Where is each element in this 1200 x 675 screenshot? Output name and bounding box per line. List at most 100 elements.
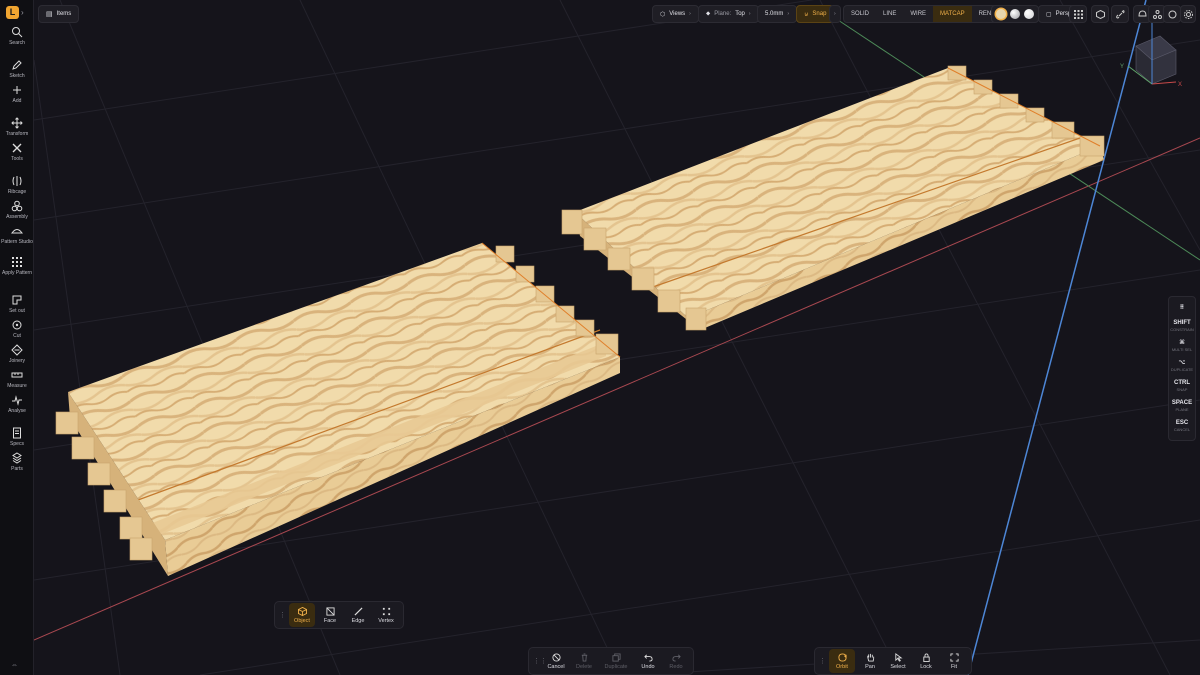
sidebar-item-label: Cut bbox=[13, 333, 21, 339]
3d-viewport[interactable]: X Y Z bbox=[34, 0, 1200, 675]
select-label: Select bbox=[890, 663, 906, 670]
shortcut-shift: SHIFT CONSTRAIN bbox=[1169, 316, 1195, 336]
snap-options-button[interactable]: › bbox=[829, 5, 841, 23]
sidebar-item-label: Joinery bbox=[8, 358, 26, 364]
logo-caret-icon[interactable]: › bbox=[21, 6, 24, 19]
left-sidebar: L › Search Sketch Add Transform Tools Ri… bbox=[0, 0, 34, 675]
specs-icon bbox=[13, 427, 21, 439]
items-label: Items bbox=[56, 11, 72, 17]
left-board[interactable] bbox=[55, 242, 621, 576]
cursor-icon bbox=[894, 652, 903, 662]
grip-icon: ⠿ bbox=[1179, 305, 1185, 311]
sidebar-item-pattern-studio[interactable]: Pattern Studio bbox=[0, 225, 34, 245]
vertex-icon bbox=[382, 607, 390, 615]
search-icon bbox=[12, 27, 23, 38]
scene-canvas[interactable]: X Y Z bbox=[34, 0, 1200, 675]
views-icon: ⬡ bbox=[660, 11, 666, 18]
gear-icon bbox=[1183, 9, 1193, 19]
lock-label: Lock bbox=[920, 663, 932, 670]
redo-label: Redo bbox=[669, 663, 683, 670]
plane-icon: ⬥ bbox=[706, 10, 711, 17]
sidebar-item-assembly[interactable]: Assembly bbox=[0, 200, 34, 220]
sidebar-item-joinery[interactable]: Joinery bbox=[0, 344, 34, 364]
grip-icon[interactable]: ⋮⋮ bbox=[533, 657, 547, 665]
grid-size-dropdown[interactable]: 5.0mm › bbox=[757, 5, 798, 23]
lock-button[interactable]: Lock bbox=[913, 649, 939, 673]
setout-icon bbox=[12, 295, 22, 305]
grid-toggle-button[interactable] bbox=[1069, 5, 1087, 23]
select-mode-face[interactable]: Face bbox=[317, 603, 343, 627]
mode-solid[interactable]: SOLID bbox=[844, 6, 876, 22]
settings-button[interactable] bbox=[1180, 5, 1196, 23]
link-button[interactable] bbox=[1111, 5, 1129, 23]
views-dropdown[interactable]: ⬡ Views › bbox=[652, 5, 699, 23]
chevron-right-icon: › bbox=[787, 11, 790, 17]
undo-button[interactable]: Undo bbox=[635, 649, 661, 673]
sidebar-item-parts[interactable]: Parts bbox=[0, 452, 34, 472]
plane-dropdown[interactable]: ⬥ Plane: Top › bbox=[698, 5, 759, 23]
select-button[interactable]: Select bbox=[885, 649, 911, 673]
sidebar-item-label: Analyse bbox=[8, 408, 26, 414]
sync-button[interactable] bbox=[1163, 5, 1181, 23]
chevron-right-icon: › bbox=[748, 11, 751, 17]
grid-size-value: 5.0mm bbox=[765, 11, 784, 17]
items-button[interactable]: ▤ Items bbox=[38, 5, 80, 23]
sidebar-item-transform[interactable]: Transform bbox=[0, 117, 34, 137]
assembly-icon bbox=[11, 200, 23, 212]
duplicate-button[interactable]: Duplicate bbox=[599, 649, 633, 673]
mode-matcap[interactable]: MATCAP bbox=[933, 6, 972, 22]
plane-value: Top bbox=[735, 11, 745, 17]
delete-button[interactable]: Delete bbox=[571, 649, 597, 673]
collapse-icon[interactable]: ⇔ bbox=[11, 662, 18, 669]
sidebar-item-ribcage[interactable]: Ribcage bbox=[0, 175, 34, 195]
face-icon bbox=[325, 606, 335, 616]
navigation-toolbar: ⋮⋮ Orbit Pan Select Lock Fit bbox=[814, 647, 972, 675]
orbit-button[interactable]: Orbit bbox=[829, 649, 855, 673]
shortcut-grip[interactable]: ⠿ bbox=[1169, 301, 1195, 316]
magnet-icon: ⊍ bbox=[804, 11, 809, 18]
sidebar-item-measure[interactable]: Measure bbox=[0, 369, 34, 389]
right-board[interactable] bbox=[561, 65, 1105, 331]
select-mode-object[interactable]: Object bbox=[289, 603, 315, 627]
select-mode-edge[interactable]: Edge bbox=[345, 603, 371, 627]
analyse-icon bbox=[12, 395, 22, 406]
sidebar-item-add[interactable]: Add bbox=[0, 84, 34, 104]
shortcut-key: SHIFT bbox=[1173, 320, 1191, 326]
matcap-swatch-white[interactable] bbox=[1024, 9, 1034, 19]
sidebar-item-apply-pattern[interactable]: Apply Pattern bbox=[0, 256, 34, 276]
chevron-right-icon: › bbox=[689, 11, 691, 17]
sidebar-item-tools[interactable]: Tools bbox=[0, 142, 34, 162]
mode-wire[interactable]: WIRE bbox=[903, 6, 933, 22]
edit-toolbar: ⋮⋮ Cancel Delete Duplicate Undo Redo bbox=[528, 647, 694, 675]
pan-button[interactable]: Pan bbox=[857, 649, 883, 673]
redo-button[interactable]: Redo bbox=[663, 649, 689, 673]
grip-icon[interactable]: ⋮⋮ bbox=[819, 657, 833, 665]
fit-button[interactable]: Fit bbox=[941, 649, 967, 673]
matcap-swatch-wood[interactable] bbox=[996, 9, 1006, 19]
fit-icon bbox=[949, 652, 959, 662]
trash-icon bbox=[581, 652, 587, 662]
shortcut-desc: DUPLICATE bbox=[1170, 367, 1194, 372]
shortcut-key: SPACE bbox=[1171, 400, 1193, 406]
shortcut-key: ESC bbox=[1175, 420, 1189, 426]
sidebar-item-set-out[interactable]: Set out bbox=[0, 294, 34, 314]
grip-icon[interactable]: ⋮⋮ bbox=[279, 611, 293, 619]
shortcut-desc: SNAP bbox=[1176, 387, 1188, 392]
chevron-right-icon: › bbox=[834, 11, 836, 17]
sidebar-item-search[interactable]: Search bbox=[0, 26, 34, 46]
cube-view-button[interactable] bbox=[1091, 5, 1109, 23]
select-mode-vertex[interactable]: Vertex bbox=[373, 603, 399, 627]
grid-icon bbox=[12, 257, 22, 267]
view-cube[interactable]: X Y Z bbox=[1120, 16, 1182, 88]
mode-line[interactable]: LINE bbox=[876, 6, 903, 22]
app-logo[interactable]: L bbox=[6, 6, 19, 19]
matcap-swatch-grey[interactable] bbox=[1010, 9, 1020, 19]
sidebar-item-cut[interactable]: Cut bbox=[0, 319, 34, 339]
link-icon bbox=[1115, 9, 1125, 19]
sidebar-item-specs[interactable]: Specs bbox=[0, 427, 34, 447]
cancel-button[interactable]: Cancel bbox=[543, 649, 569, 673]
sidebar-item-analyse[interactable]: Analyse bbox=[0, 394, 34, 414]
sidebar-item-sketch[interactable]: Sketch bbox=[0, 59, 34, 79]
parts-icon bbox=[12, 452, 22, 464]
shortcut-key: ⌥ bbox=[1178, 360, 1186, 366]
